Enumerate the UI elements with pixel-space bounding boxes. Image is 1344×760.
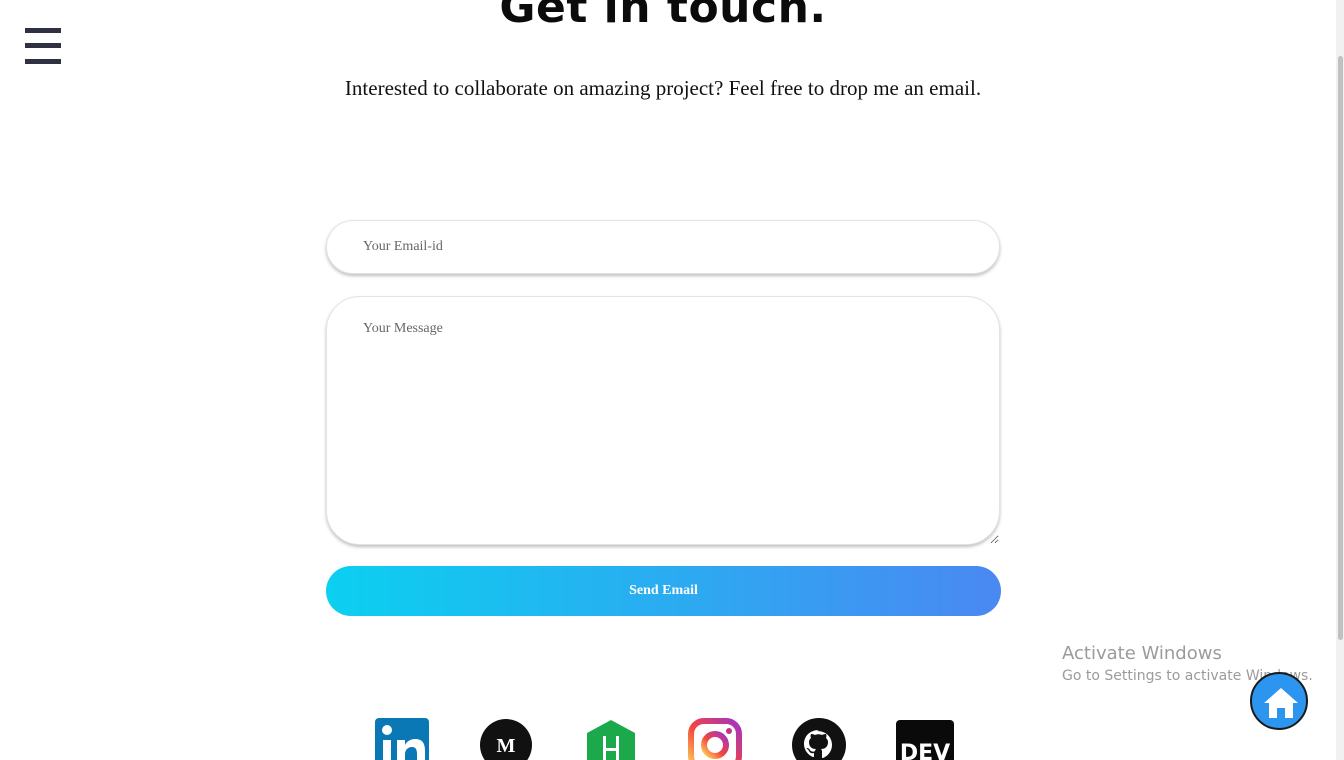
email-field[interactable] <box>326 220 1000 274</box>
home-icon <box>1264 688 1298 718</box>
hackerrank-link[interactable] <box>584 718 640 760</box>
page-scrollbar[interactable] <box>1336 0 1344 760</box>
linkedin-link[interactable] <box>375 718 431 760</box>
message-field[interactable] <box>326 296 1000 545</box>
menu-bar <box>25 43 61 48</box>
svg-text:M: M <box>497 735 516 757</box>
send-email-button[interactable]: Send Email <box>326 566 1001 616</box>
hackerrank-icon <box>587 720 635 760</box>
menu-bar <box>25 59 61 64</box>
page-subtitle: Interested to collaborate on amazing pro… <box>344 76 982 100</box>
svg-text:DEV: DEV <box>900 741 950 760</box>
instagram-icon <box>688 718 742 760</box>
linkedin-icon <box>375 718 429 760</box>
home-button[interactable] <box>1250 672 1308 730</box>
dev-icon: DEV <box>896 720 954 760</box>
medium-link[interactable]: M <box>479 718 535 760</box>
instagram-link[interactable] <box>688 718 744 760</box>
medium-icon: M <box>480 719 532 760</box>
page-title: Get in touch. <box>499 0 827 33</box>
github-icon <box>792 718 846 760</box>
watermark-title: Activate Windows <box>1062 643 1222 664</box>
dev-link[interactable]: DEV <box>896 718 954 760</box>
github-link[interactable] <box>792 718 848 760</box>
scrollbar-thumb[interactable] <box>1338 56 1343 640</box>
